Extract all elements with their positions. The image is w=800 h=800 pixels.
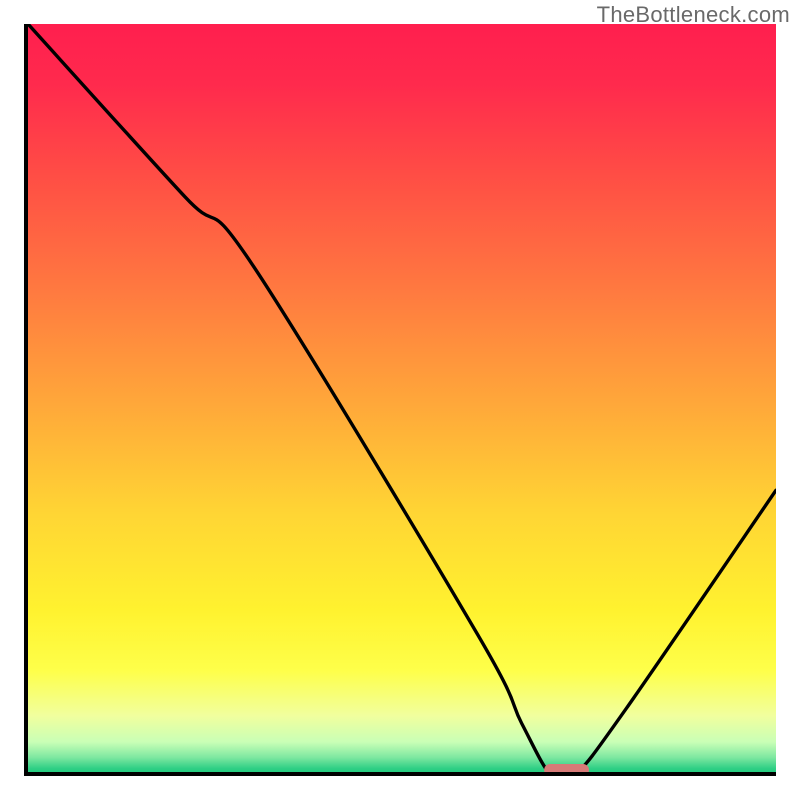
plot-axes bbox=[24, 24, 776, 776]
chart-container: TheBottleneck.com bbox=[0, 0, 800, 800]
